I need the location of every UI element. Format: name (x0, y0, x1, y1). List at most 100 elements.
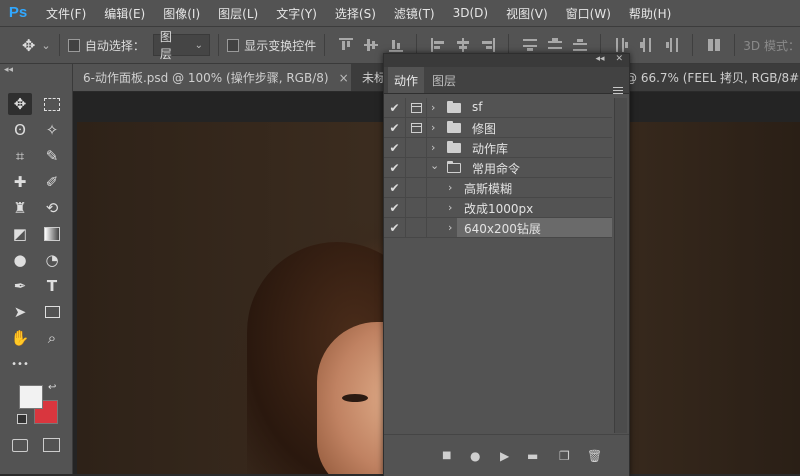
dialog-toggle[interactable] (406, 218, 427, 237)
dialog-toggle[interactable] (406, 98, 427, 117)
actions-scrollbar[interactable] (614, 98, 627, 433)
panel-menu-icon[interactable] (613, 87, 623, 95)
check-icon[interactable]: ✔ (384, 178, 406, 197)
rectangle-tool-icon[interactable] (40, 301, 64, 323)
align-bottom-icon[interactable] (389, 38, 404, 52)
chevron-right-icon[interactable]: › (431, 101, 435, 114)
more-tools-icon[interactable]: ••• (8, 353, 32, 375)
action-set-row[interactable]: ✔ › 修图 (384, 118, 612, 138)
menu-file[interactable]: 文件(F) (46, 5, 86, 22)
delete-icon[interactable]: 🗑 (587, 449, 602, 463)
menu-view[interactable]: 视图(V) (506, 5, 548, 22)
dialog-toggle[interactable] (406, 118, 427, 137)
move-tool-icon[interactable]: ✥ (8, 93, 32, 115)
dialog-toggle[interactable] (406, 178, 427, 197)
menu-help[interactable]: 帮助(H) (629, 5, 671, 22)
collapse-icon[interactable]: ◂◂ (596, 54, 605, 64)
distribute-right-icon[interactable] (665, 38, 679, 52)
move-tool-icon[interactable]: ✥ (22, 36, 35, 55)
action-row-selected[interactable]: ✔ › 640x200钻展 (384, 218, 612, 238)
distribute-top-icon[interactable] (523, 38, 538, 52)
dialog-toggle[interactable] (406, 198, 427, 217)
tool-preset-chevron-icon[interactable]: ⌄ (41, 39, 50, 52)
menu-3d[interactable]: 3D(D) (453, 6, 488, 20)
eraser-tool-icon[interactable]: ◩ (8, 223, 32, 245)
align-right-icon[interactable] (481, 38, 496, 52)
chevron-down-icon[interactable]: ⌄ (430, 159, 439, 172)
foreground-color-swatch[interactable] (19, 385, 43, 409)
show-transform-checkbox[interactable] (226, 38, 240, 52)
brush-tool-icon[interactable]: ✐ (40, 171, 64, 193)
menu-select[interactable]: 选择(S) (335, 5, 376, 22)
tab-layers[interactable]: 图层 (426, 67, 462, 93)
menu-type[interactable]: 文字(Y) (276, 5, 317, 22)
align-hcenter-icon[interactable] (456, 38, 470, 52)
distribute-hcenter-icon[interactable] (640, 38, 653, 52)
auto-align-icon[interactable] (707, 38, 721, 52)
tab-actions[interactable]: 动作 (388, 67, 424, 93)
marquee-tool-icon[interactable] (40, 93, 64, 115)
check-icon[interactable]: ✔ (384, 158, 406, 177)
collapse-icon[interactable]: ◂◂ (4, 65, 13, 75)
align-left-icon[interactable] (431, 38, 445, 52)
check-icon[interactable]: ✔ (384, 198, 406, 217)
play-icon[interactable]: ▶ (500, 449, 509, 463)
document-tab[interactable]: @ 66.7% (FEEL 拷贝, RGB/8#) × (621, 64, 800, 91)
menu-layer[interactable]: 图层(L) (218, 5, 258, 22)
action-set-row[interactable]: ✔ ⌄ 常用命令 (384, 158, 612, 178)
healing-brush-tool-icon[interactable]: ✚ (8, 171, 32, 193)
check-icon[interactable]: ✔ (384, 118, 406, 137)
new-set-folder-icon[interactable]: ▬ (527, 449, 538, 463)
magic-wand-tool-icon[interactable]: ✧ (40, 119, 64, 141)
document-tab-active[interactable]: 6-动作面板.psd @ 100% (操作步骤, RGB/8) × (73, 64, 351, 91)
menu-window[interactable]: 窗口(W) (566, 5, 611, 22)
close-icon[interactable]: × (339, 71, 349, 85)
quick-mask-icon[interactable] (12, 439, 28, 452)
auto-select-checkbox[interactable] (67, 38, 80, 52)
type-tool-icon[interactable]: T (40, 275, 64, 297)
chevron-right-icon[interactable]: › (431, 121, 435, 134)
lasso-tool-icon[interactable]: ʘ (8, 119, 32, 141)
align-top-icon[interactable] (339, 38, 354, 52)
check-icon[interactable]: ✔ (384, 138, 406, 157)
hand-tool-icon[interactable]: ✋ (8, 327, 32, 349)
menu-image[interactable]: 图像(I) (163, 5, 200, 22)
close-icon[interactable]: ✕ (615, 54, 623, 64)
pen-tool-icon[interactable]: ✒ (8, 275, 32, 297)
dialog-toggle[interactable] (406, 158, 427, 177)
document-tab-label: 6-动作面板.psd @ 100% (操作步骤, RGB/8) (83, 71, 329, 85)
action-row[interactable]: ✔ › 高斯模糊 (384, 178, 612, 198)
auto-select-dropdown[interactable]: 图层 ⌄ (152, 30, 211, 61)
chevron-right-icon[interactable]: › (448, 201, 452, 214)
gradient-tool-icon[interactable] (40, 223, 64, 245)
default-colors-icon[interactable] (17, 414, 27, 424)
action-row[interactable]: ✔ › 改成1000px (384, 198, 612, 218)
crop-tool-icon[interactable]: ⌗ (8, 145, 32, 167)
chevron-right-icon[interactable]: › (431, 141, 435, 154)
swap-colors-icon[interactable]: ↩ (48, 382, 56, 393)
chevron-right-icon[interactable]: › (448, 181, 452, 194)
eyedropper-tool-icon[interactable]: ✎ (40, 145, 64, 167)
clone-stamp-tool-icon[interactable]: ♜ (8, 197, 32, 219)
record-icon[interactable]: ● (470, 449, 480, 463)
history-brush-tool-icon[interactable]: ⟲ (40, 197, 64, 219)
align-vcenter-icon[interactable] (364, 38, 379, 52)
screen-mode-icon[interactable] (43, 438, 60, 452)
action-set-row[interactable]: ✔ › sf (384, 98, 612, 118)
dodge-tool-icon[interactable]: ◔ (40, 249, 64, 271)
action-set-row[interactable]: ✔ › 动作库 (384, 138, 612, 158)
blur-tool-icon[interactable]: ● (8, 249, 32, 271)
stop-icon[interactable]: ■ (442, 450, 451, 461)
menu-edit[interactable]: 编辑(E) (104, 5, 145, 22)
check-icon[interactable]: ✔ (384, 218, 406, 237)
distribute-vcenter-icon[interactable] (548, 38, 563, 52)
distribute-bottom-icon[interactable] (573, 38, 588, 52)
distribute-left-icon[interactable] (615, 38, 629, 52)
menu-filter[interactable]: 滤镜(T) (394, 5, 435, 22)
path-selection-tool-icon[interactable]: ➤ (8, 301, 32, 323)
dialog-toggle[interactable] (406, 138, 427, 157)
chevron-right-icon[interactable]: › (448, 221, 452, 234)
new-action-icon[interactable]: ❐ (559, 449, 570, 463)
check-icon[interactable]: ✔ (384, 98, 406, 117)
zoom-tool-icon[interactable]: ⌕ (40, 327, 64, 349)
